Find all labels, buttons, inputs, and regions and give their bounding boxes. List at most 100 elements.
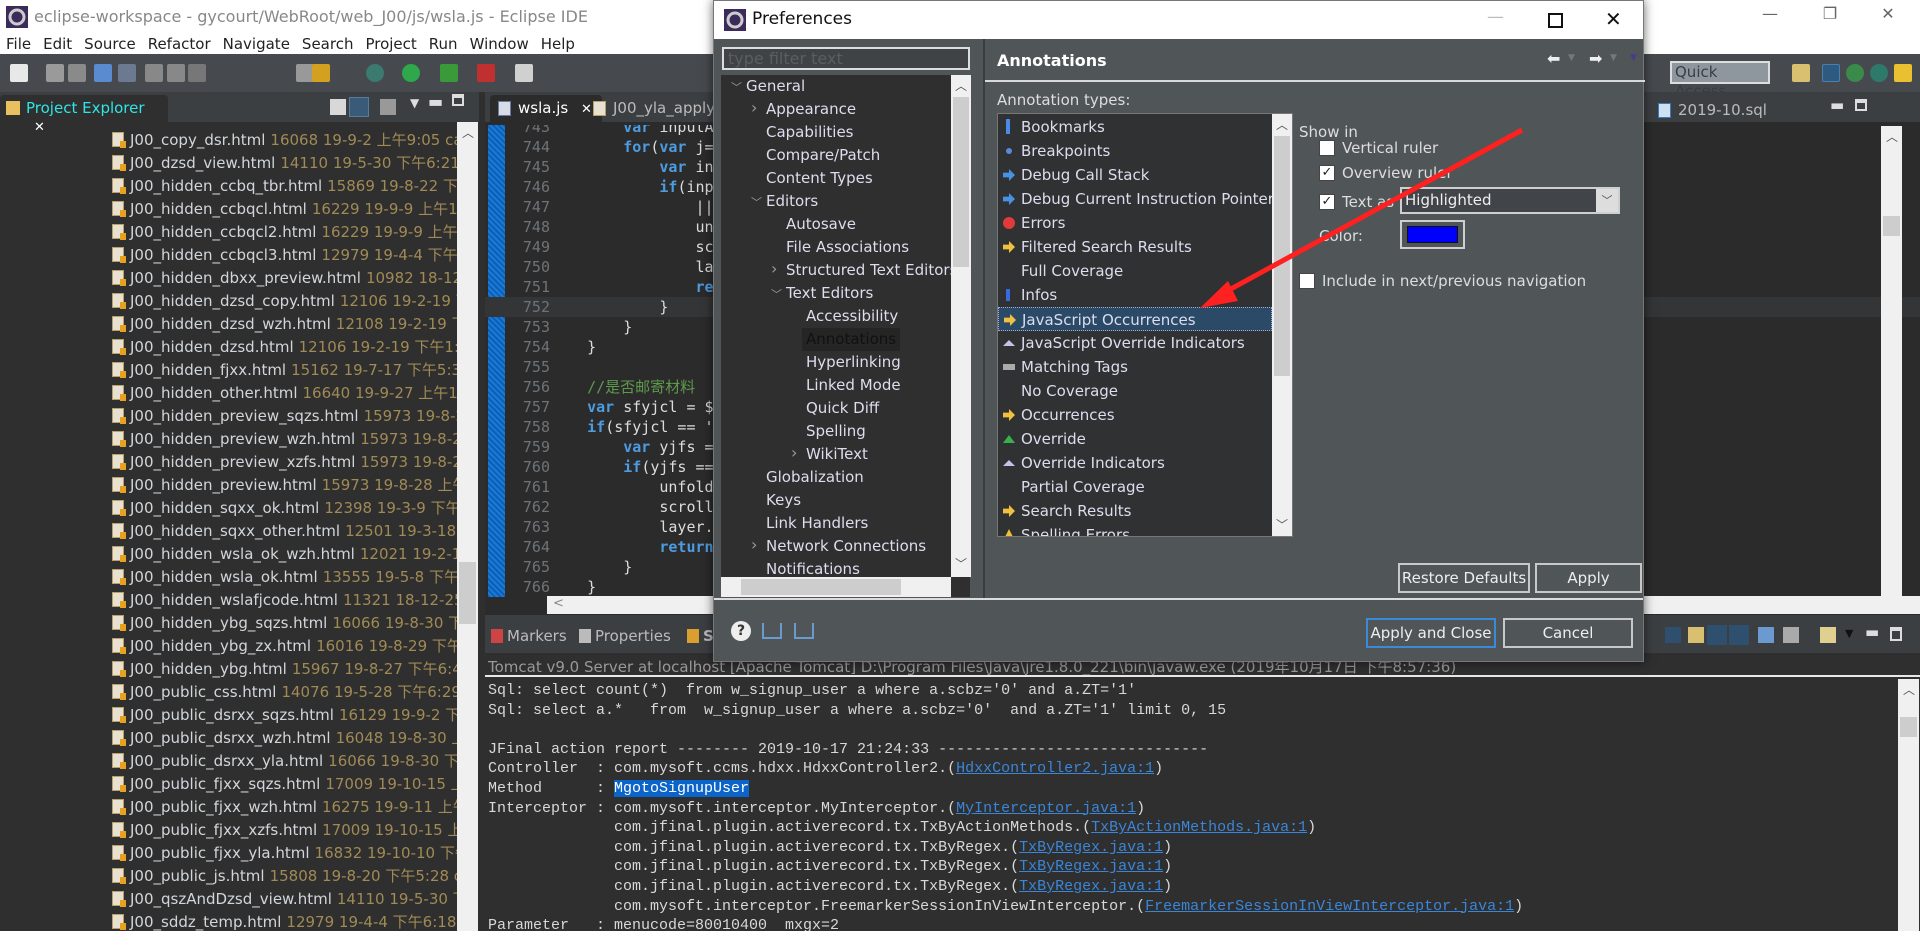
minimize-view-icon[interactable]: ▬ xyxy=(428,92,443,111)
annotation-type-item[interactable]: Errors xyxy=(998,211,1272,235)
annotation-type-item[interactable]: JavaScript Occurrences xyxy=(998,307,1272,331)
tree-item[interactable]: Appearance xyxy=(766,98,856,121)
scrollbar-thumb[interactable] xyxy=(1883,216,1900,236)
overview-ruler-label[interactable]: Overview ruler xyxy=(1342,164,1453,182)
text-as-checkbox[interactable]: ✓ xyxy=(1319,194,1335,210)
annotation-type-item[interactable]: Spelling Errors xyxy=(998,523,1272,536)
link-with-editor-icon[interactable] xyxy=(349,97,369,117)
file-item[interactable]: J00_hidden_wsla_ok.html 13555 19-5-8 下午6 xyxy=(112,566,457,589)
file-item[interactable]: J00_hidden_ybg_zx.html 16016 19-8-29 下午2 xyxy=(112,635,457,658)
word-wrap-icon[interactable] xyxy=(1688,627,1704,643)
chevron-down-icon[interactable]: ﹀ xyxy=(751,194,762,210)
tree-item[interactable]: Text Editors xyxy=(786,282,873,305)
include-navigation-label[interactable]: Include in next/previous navigation xyxy=(1322,272,1586,290)
tab-markers[interactable]: Markers xyxy=(491,627,567,645)
file-item[interactable]: J00_hidden_dzsd.html 12106 19-2-19 下午1:1 xyxy=(112,336,457,359)
tree-item[interactable]: Capabilities xyxy=(766,121,854,144)
file-item[interactable]: J00_public_js.html 15808 19-8-20 下午5:28 c xyxy=(112,865,457,888)
chevron-down-icon[interactable]: ▼ xyxy=(1610,53,1617,63)
tree-item[interactable]: Hyperlinking xyxy=(806,351,901,374)
pin-console-icon[interactable] xyxy=(1758,627,1774,643)
tab-servers[interactable]: S xyxy=(687,627,714,645)
file-item[interactable]: J00_hidden_preview_xzfs.html15973 19-8-2… xyxy=(112,451,457,474)
tree-vertical-scrollbar[interactable]: ︿ ﹀ xyxy=(951,75,971,577)
tree-item[interactable]: Compare/Patch xyxy=(766,144,880,167)
menu-help[interactable]: Help xyxy=(535,34,581,54)
chevron-down-icon[interactable]: ▼ xyxy=(1845,627,1853,640)
team-perspective-icon[interactable] xyxy=(1846,64,1864,82)
file-item[interactable]: J00_hidden_preview_sqzs.html 15973 19-8-2 xyxy=(112,405,457,428)
console-scrollbar[interactable]: ︿ xyxy=(1898,679,1919,931)
run-icon[interactable] xyxy=(402,64,420,82)
import-icon[interactable] xyxy=(762,623,782,639)
show-stdout-icon[interactable] xyxy=(1707,625,1727,645)
chevron-down-icon[interactable]: ▼ xyxy=(410,96,419,110)
maximize-view-icon[interactable] xyxy=(452,94,464,106)
menu-file[interactable]: File xyxy=(0,34,37,54)
scrollbar-thumb[interactable] xyxy=(741,579,901,595)
debug-icon[interactable] xyxy=(366,64,384,82)
source-link[interactable]: HdxxController2.java:1 xyxy=(956,760,1154,777)
file-item[interactable]: J00_public_fjxx_yla.html 16832 19-10-10 下… xyxy=(112,842,457,865)
file-item[interactable]: J00_hidden_ccbqcl.html 16229 19-9-9 上午11 xyxy=(112,198,457,221)
text-as-label[interactable]: Text as xyxy=(1342,193,1394,211)
tree-item[interactable]: General xyxy=(746,75,805,98)
file-item[interactable]: J00_hidden_ccbqcl3.html 12979 19-4-4 下午6 xyxy=(112,244,457,267)
help-icon[interactable]: ? xyxy=(731,621,751,641)
suspend-icon[interactable] xyxy=(167,64,185,82)
tree-item[interactable]: File Associations xyxy=(786,236,909,259)
save-all-icon[interactable] xyxy=(68,64,86,82)
annotation-type-item[interactable]: Override xyxy=(998,427,1272,451)
scroll-up-icon[interactable]: ︿ xyxy=(955,77,967,94)
tree-item[interactable]: Network Connections xyxy=(766,535,926,558)
annotation-type-item[interactable]: Breakpoints xyxy=(998,139,1272,163)
annotation-type-item[interactable]: No Coverage xyxy=(998,379,1272,403)
source-link[interactable]: TxByRegex.java:1 xyxy=(1019,839,1163,856)
resume-icon[interactable] xyxy=(145,64,163,82)
toggle-icon[interactable] xyxy=(312,64,330,82)
restore-defaults-button[interactable]: Restore Defaults xyxy=(1398,563,1530,593)
tree-item[interactable]: Structured Text Editors xyxy=(786,259,957,282)
file-item[interactable]: J00_hidden_ccbqcl2.html 16229 19-9-9 上午1 xyxy=(112,221,457,244)
chevron-down-icon[interactable]: ﹀ xyxy=(1596,189,1618,212)
skip-breakpoints-icon[interactable] xyxy=(118,64,136,82)
close-button[interactable]: ✕ xyxy=(1868,4,1908,30)
scroll-left-icon[interactable]: < xyxy=(553,596,564,611)
source-link[interactable]: MyInterceptor.java:1 xyxy=(956,800,1136,817)
minimize-button[interactable]: — xyxy=(1750,4,1790,30)
chevron-right-icon[interactable]: › xyxy=(751,535,757,554)
source-link[interactable]: FreemarkerSessionInViewInterceptor.java:… xyxy=(1145,898,1514,915)
vertical-ruler-checkbox[interactable] xyxy=(1319,140,1335,156)
menu-refactor[interactable]: Refactor xyxy=(142,34,217,54)
scrollbar-thumb[interactable] xyxy=(1274,136,1290,376)
open-console-icon[interactable] xyxy=(94,64,112,82)
menu-edit[interactable]: Edit xyxy=(37,34,78,54)
collapse-all-icon[interactable] xyxy=(330,99,346,115)
file-item[interactable]: J00_hidden_ybg.html 15967 19-8-27 下午6:42 xyxy=(112,658,457,681)
annotation-type-item[interactable]: Matching Tags xyxy=(998,355,1272,379)
view-menu-icon[interactable] xyxy=(380,99,396,115)
source-link[interactable]: TxByRegex.java:1 xyxy=(1019,878,1163,895)
file-item[interactable]: J00_hidden_other.html 16640 19-9-27 上午11 xyxy=(112,382,457,405)
chevron-down-icon[interactable]: ▼ xyxy=(1568,53,1575,63)
show-stderr-icon[interactable] xyxy=(1729,625,1749,645)
file-item[interactable]: J00_hidden_preview_wzh.html15973 19-8-28 xyxy=(112,428,457,451)
file-item[interactable]: J00_public_css.html 14076 19-5-28 下午6:29 xyxy=(112,681,457,704)
file-item[interactable]: J00_hidden_wsla_ok_wzh.html12021 19-2-14 xyxy=(112,543,457,566)
file-item[interactable]: J00_public_fjxx_wzh.html 16275 19-9-11 上午 xyxy=(112,796,457,819)
overview-ruler-checkbox[interactable]: ✓ xyxy=(1319,165,1335,181)
file-item[interactable]: J00_hidden_wslafjcode.html 11321 18-12-25 xyxy=(112,589,457,612)
file-item[interactable]: J00_hidden_dzsd_wzh.html 12108 19-2-19 下 xyxy=(112,313,457,336)
external-tools-icon[interactable] xyxy=(477,64,495,82)
scroll-lock-icon[interactable] xyxy=(1665,627,1681,643)
export-icon[interactable] xyxy=(794,623,814,639)
tree-item[interactable]: Accessibility xyxy=(806,305,898,328)
tree-item[interactable]: Globalization xyxy=(766,466,864,489)
tree-item[interactable]: Link Handlers xyxy=(766,512,868,535)
save-icon[interactable] xyxy=(46,64,64,82)
terminate-icon[interactable] xyxy=(188,64,206,82)
file-item[interactable]: J00_hidden_preview.html 15973 19-8-28 上午 xyxy=(112,474,457,497)
file-item[interactable]: J00_hidden_ccbq_tbr.html15869 19-8-22 下午 xyxy=(112,175,457,198)
tree-item[interactable]: Keys xyxy=(766,489,801,512)
file-item[interactable]: J00_hidden_sqxx_ok.html 12398 19-3-9 下午9 xyxy=(112,497,457,520)
